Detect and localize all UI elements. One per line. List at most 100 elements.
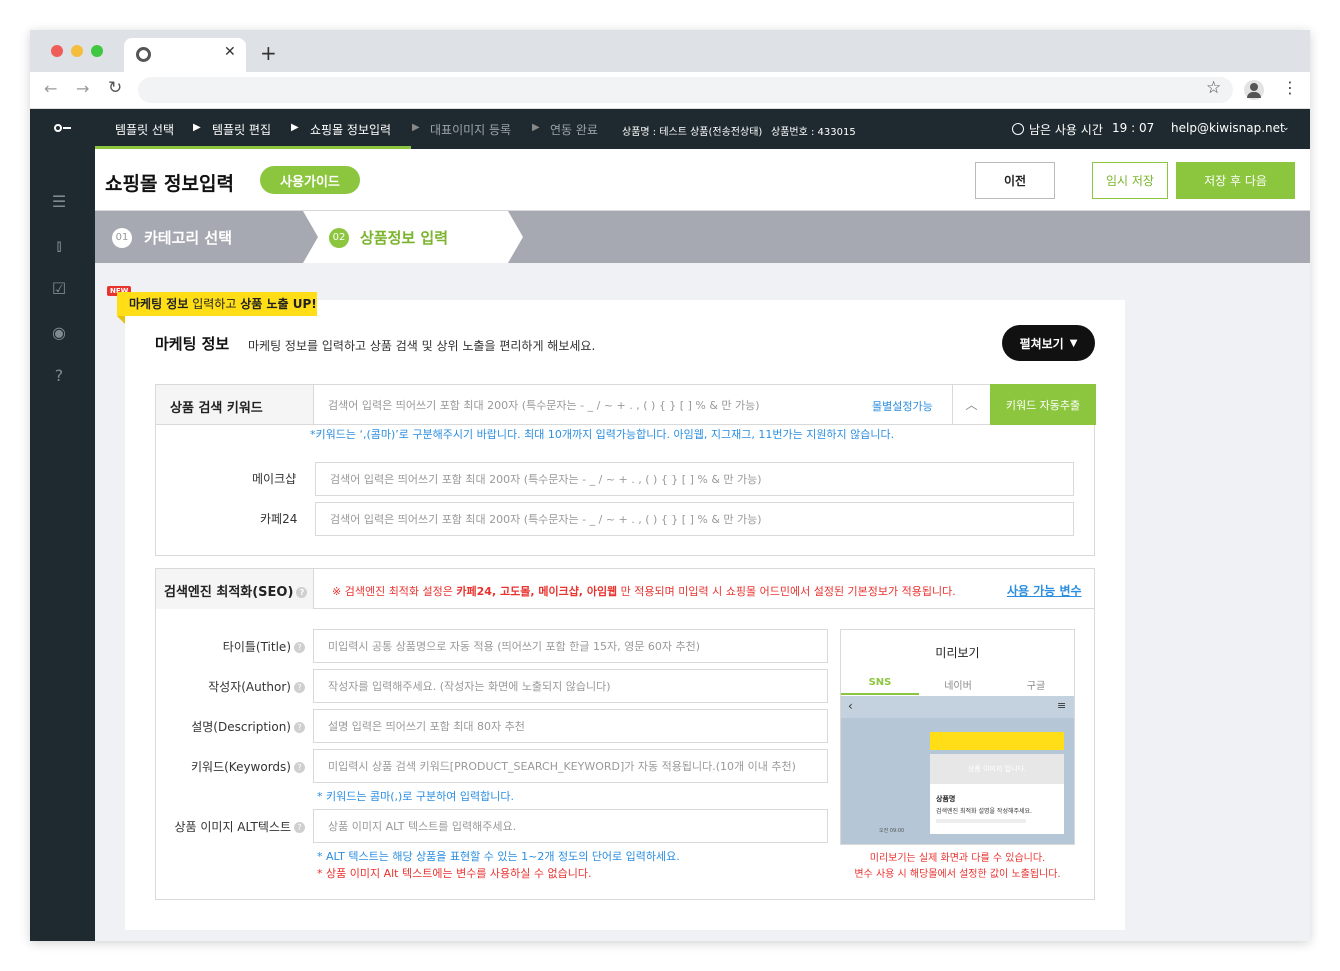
seo-label-keywords-text: 키워드(Keywords) — [191, 760, 291, 774]
page-title: 쇼핑몰 정보입력 — [105, 173, 234, 195]
nav-step-main-image[interactable]: 대표이미지 등록 — [430, 121, 511, 138]
nav-step-mall-info[interactable]: 쇼핑몰 정보입력 — [310, 121, 391, 138]
preview-card: 상품 이미지 입니다. 상품명 검색엔진 최적화 설명을 작성해주세요. — [930, 754, 1064, 834]
preview-menu-icon: ≡ — [1057, 699, 1067, 712]
list-icon[interactable]: ☰ — [49, 192, 69, 212]
preview-title: 미리보기 — [935, 646, 980, 660]
makeshop-keyword-input[interactable]: 검색어 입력은 띄어쓰기 포함 최대 200자 (특수문자는 - _ / ~ +… — [315, 462, 1074, 496]
banner-text-c: 상품 노출 UP! — [240, 297, 317, 311]
help-icon[interactable]: ? — [294, 722, 305, 733]
help-icon[interactable]: ? — [49, 366, 69, 386]
cafe24-label: 카페24 — [260, 512, 298, 526]
preview-time: 오전 09:00 — [879, 828, 905, 834]
reload-icon[interactable]: ↻ — [108, 78, 122, 98]
close-window-dot[interactable] — [51, 45, 63, 57]
browser-toolbar: ← → ↻ ☆ ⋮ — [30, 72, 1310, 109]
preview-tab-underline — [841, 693, 919, 695]
chrome-icon — [136, 47, 151, 62]
banner-text-b: 입력하고 — [188, 297, 241, 311]
bookmark-star-icon[interactable]: ☆ — [1206, 78, 1221, 98]
seo-note-c: 만 적용되며 미입력 시 쇼핑몰 어드민에서 설정된 기본정보가 적용됩니다. — [617, 585, 956, 598]
nav-arrow-icon: ▶ — [291, 122, 299, 133]
preview-product-desc: 검색엔진 최적화 설명을 작성해주세요. — [936, 808, 1032, 815]
banner-text-a: 마케팅 정보 — [129, 297, 189, 311]
prev-button[interactable]: 이전 — [975, 162, 1055, 199]
content-card: NEW 마케팅 정보 입력하고 상품 노출 UP! 마케팅 정보 마케팅 정보를… — [107, 286, 1125, 930]
step2-label: 상품정보 입력 — [360, 229, 449, 247]
seo-label-description: 설명(Description)? — [191, 718, 305, 735]
help-icon[interactable]: ? — [294, 682, 305, 693]
seo-note-a: ※ 검색엔진 최적화 설정은 — [332, 585, 457, 598]
new-tab-button[interactable]: + — [260, 41, 277, 65]
nav-step-complete[interactable]: 연동 완료 — [550, 121, 598, 138]
logo-icon[interactable] — [54, 122, 72, 134]
available-vars-link[interactable]: 사용 가능 변수 — [1007, 582, 1082, 599]
preview-back-icon: ‹ — [848, 699, 853, 713]
expand-label: 펼쳐보기 — [1019, 336, 1064, 351]
address-bar[interactable] — [138, 77, 1233, 103]
keyword-auto-extract-button[interactable]: 키워드 자동추출 — [990, 384, 1096, 425]
marketing-desc: 마케팅 정보를 입력하고 상품 검색 및 상위 노출을 편리하게 해보세요. — [248, 339, 596, 353]
seo-label-author: 작성자(Author)? — [208, 678, 305, 695]
profile-avatar-icon[interactable] — [1244, 80, 1264, 100]
preview-product-name: 상품명 — [936, 795, 956, 803]
user-guide-button[interactable]: 사용가이드 — [260, 166, 360, 194]
preview-chat-bubble — [930, 732, 1064, 750]
seo-description-input[interactable]: 설명 입력은 띄어쓰기 포함 최대 80자 추천 — [313, 709, 828, 743]
sidebar: ☰ ⫾ ☑ ◉ ? — [30, 149, 95, 941]
minimize-window-dot[interactable] — [71, 45, 83, 57]
maximize-window-dot[interactable] — [91, 45, 103, 57]
preview-tab-naver[interactable]: 네이버 — [919, 677, 997, 692]
bar-chart-icon[interactable]: ⫾ — [49, 236, 69, 256]
preview-note-2: 변수 사용 시 해당몰에서 설정한 값이 노출됩니다. — [854, 869, 1061, 880]
user-icon[interactable]: ◉ — [49, 323, 69, 343]
progress-shapes — [95, 211, 523, 263]
browser-tab-bar: ✕ + — [30, 30, 1310, 72]
keyword-input[interactable]: 검색어 입력은 띄어쓰기 포함 최대 200자 (특수문자는 - _ / ~ +… — [314, 385, 952, 425]
seo-title-text: 검색엔진 최적화(SEO) — [164, 585, 294, 600]
preview-tab-sns[interactable]: SNS — [841, 677, 919, 688]
banner-tail — [117, 316, 125, 324]
seo-note: ※ 검색엔진 최적화 설정은 카페24, 고도몰, 메이크샵, 아임웹 만 적용… — [332, 583, 956, 599]
seo-keywords-input[interactable]: 미입력시 상품 검색 키워드[PRODUCT_SEARCH_KEYWORD]가 … — [313, 749, 828, 783]
page-header: 쇼핑몰 정보입력 사용가이드 이전 임시 저장 저장 후 다음 — [95, 149, 1310, 211]
expand-button[interactable]: 펼쳐보기 ▼ — [1002, 325, 1095, 361]
seo-label-title: 타이틀(Title)? — [223, 638, 305, 655]
help-icon[interactable]: ? — [294, 822, 305, 833]
seo-alt-input[interactable]: 상품 이미지 ALT 텍스트를 입력해주세요. — [313, 809, 828, 843]
save-next-button[interactable]: 저장 후 다음 — [1176, 162, 1295, 199]
nav-step-template-select[interactable]: 템플릿 선택 — [115, 121, 174, 138]
nav-step-template-edit[interactable]: 템플릿 편집 — [212, 121, 271, 138]
preview-phone-bar — [841, 696, 1074, 718]
step2-number: 02 — [329, 228, 349, 248]
seo-label-title-text: 타이틀(Title) — [222, 640, 291, 654]
close-tab-icon[interactable]: ✕ — [224, 44, 236, 60]
back-icon[interactable]: ← — [44, 79, 57, 98]
product-number: 상품번호 : 433015 — [771, 127, 856, 138]
marketing-title: 마케팅 정보 — [155, 335, 230, 353]
preview-tab-google[interactable]: 구글 — [997, 677, 1075, 692]
seo-label-alt: 상품 이미지 ALT텍스트? — [174, 818, 305, 835]
help-icon[interactable]: ? — [294, 762, 305, 773]
per-mall-setting-link[interactable]: 몰별설정가능 — [872, 398, 933, 414]
account-email[interactable]: help@kiwisnap.net — [1171, 121, 1285, 135]
caret-down-icon: ▼ — [1069, 337, 1078, 349]
forward-icon[interactable]: → — [76, 79, 89, 98]
cafe24-keyword-input[interactable]: 검색어 입력은 띄어쓰기 포함 최대 200자 (특수문자는 - _ / ~ +… — [315, 502, 1074, 536]
checklist-icon[interactable]: ☑ — [49, 279, 69, 299]
collapse-chevron-up-icon[interactable]: ︿ — [952, 385, 990, 425]
temp-save-button[interactable]: 임시 저장 — [1092, 162, 1168, 199]
menu-kebab-icon[interactable]: ⋮ — [1282, 78, 1298, 97]
help-icon[interactable]: ? — [296, 587, 308, 598]
remaining-time-label: 남은 사용 시간 — [1029, 123, 1103, 137]
chevron-down-icon[interactable]: ⌄ — [1282, 123, 1290, 133]
seo-title-input[interactable]: 미입력시 공통 상품명으로 자동 적용 (띄어쓰기 포함 한글 15자, 영문 … — [313, 629, 828, 663]
product-name: 상품명 : 테스트 상품(전송전상태) — [622, 127, 763, 138]
seo-section: 검색엔진 최적화(SEO)? ※ 검색엔진 최적화 설정은 카페24, 고도몰,… — [155, 568, 1095, 900]
progress-steps: 01 카테고리 선택 02 상품정보 입력 — [95, 211, 1310, 263]
keyword-label: 상품 검색 키워드 — [170, 401, 263, 416]
makeshop-label: 메이크샵 — [252, 472, 297, 486]
browser-tab[interactable]: ✕ — [124, 38, 246, 72]
help-icon[interactable]: ? — [294, 642, 305, 653]
seo-author-input[interactable]: 작성자를 입력해주세요. (작성자는 화면에 노출되지 않습니다) — [313, 669, 828, 703]
